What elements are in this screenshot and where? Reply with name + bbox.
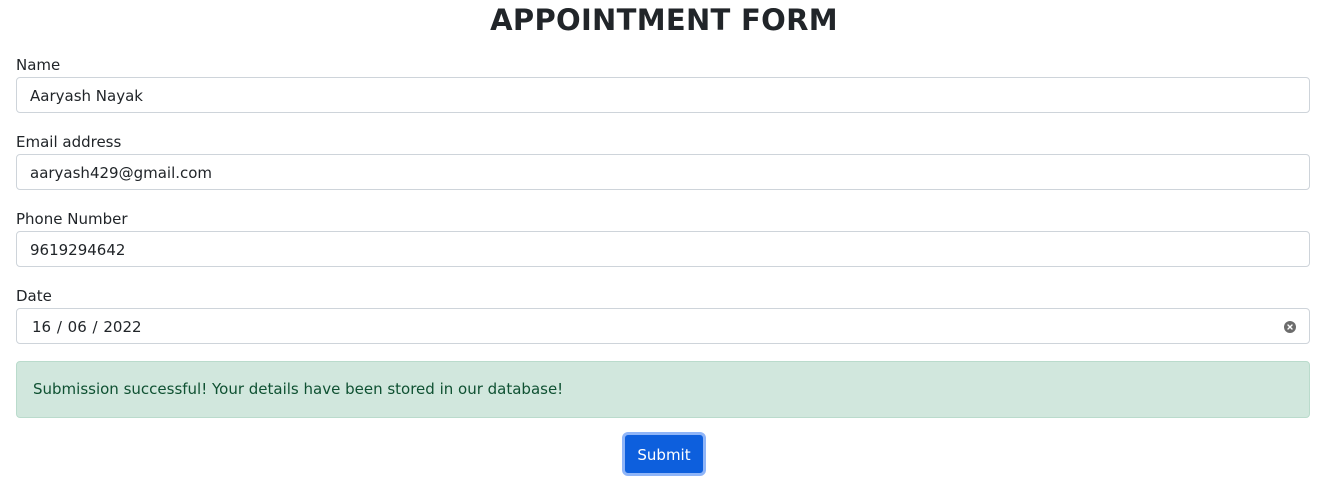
name-label: Name	[16, 56, 61, 74]
name-field[interactable]: Aaryash Nayak	[16, 77, 1310, 113]
phone-field[interactable]: 9619294642	[16, 231, 1310, 267]
email-value: aaryash429@gmail.com	[30, 164, 213, 182]
success-alert: Submission successful! Your details have…	[16, 361, 1310, 418]
date-label: Date	[16, 287, 52, 305]
email-field[interactable]: aaryash429@gmail.com	[16, 154, 1310, 190]
phone-label: Phone Number	[16, 210, 128, 228]
clear-icon[interactable]	[1284, 321, 1296, 333]
submit-button[interactable]: Submit	[622, 432, 706, 476]
date-value: 16 / 06 / 2022	[32, 318, 142, 336]
phone-value: 9619294642	[30, 241, 126, 259]
page-title: APPOINTMENT FORM	[490, 3, 838, 37]
name-value: Aaryash Nayak	[30, 87, 143, 105]
alert-message: Submission successful! Your details have…	[33, 380, 564, 398]
date-field[interactable]: 16 / 06 / 2022	[16, 308, 1310, 344]
email-label: Email address	[16, 133, 122, 151]
